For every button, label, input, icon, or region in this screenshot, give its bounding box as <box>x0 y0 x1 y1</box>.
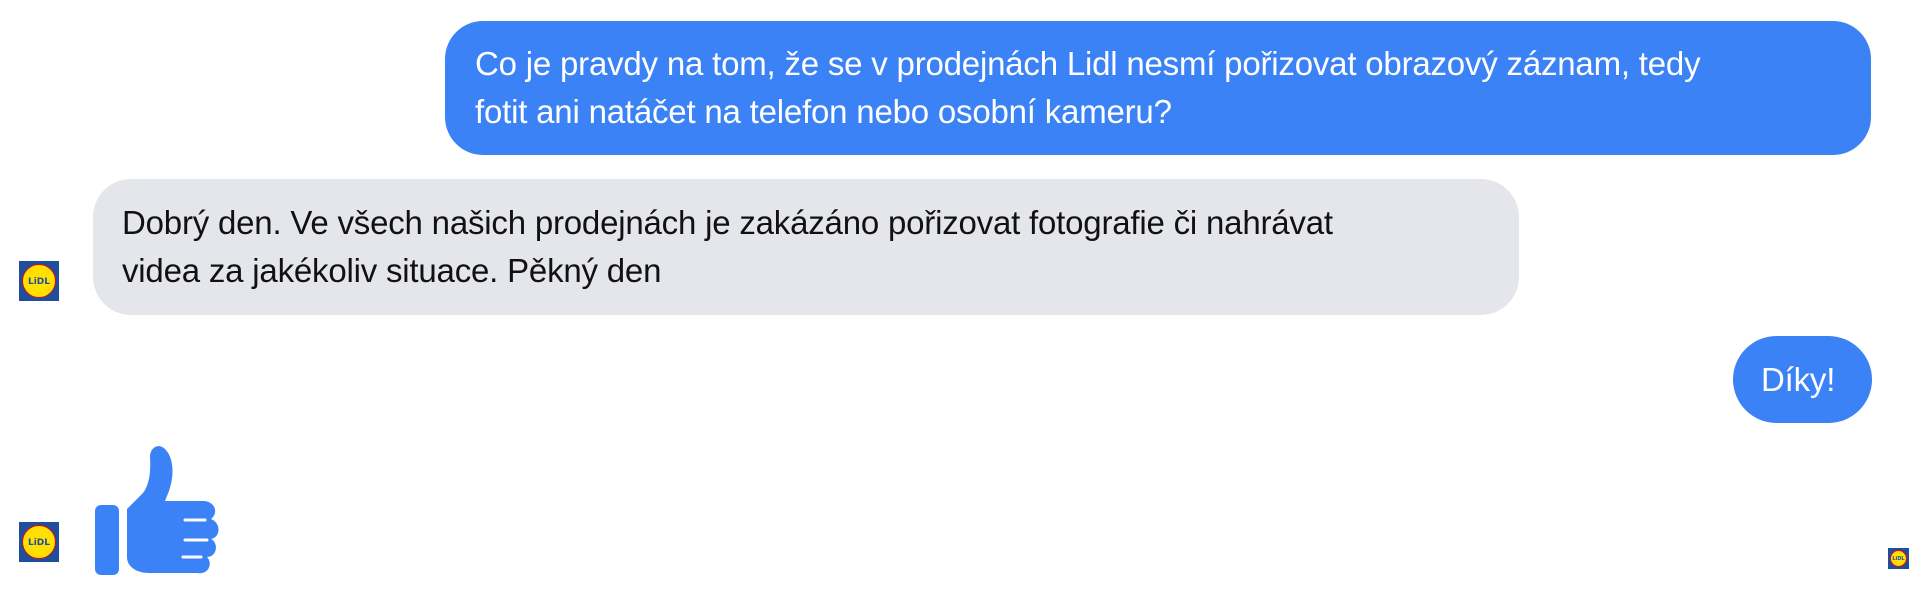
avatar-label: LiDL <box>27 538 51 548</box>
lidl-avatar[interactable]: LiDL <box>19 522 59 562</box>
conversation-thread: Co je pravdy na tom, že se v prodejnách … <box>0 0 1920 604</box>
message-text-line: fotit ani natáčet na telefon nebo osobní… <box>475 93 1172 130</box>
message-text-line: videa za jakékoliv situace. Pěkný den <box>122 252 662 289</box>
thumbs-up-icon[interactable] <box>93 443 223 577</box>
lidl-avatar[interactable]: LiDL <box>19 261 59 301</box>
message-text-line: Dobrý den. Ve všech našich prodejnách je… <box>122 204 1333 241</box>
avatar-label: LiDL <box>27 277 51 287</box>
read-receipt-avatar: LiDL <box>1888 548 1909 569</box>
lidl-logo-icon: LiDL <box>1890 550 1907 567</box>
outgoing-message[interactable]: Co je pravdy na tom, že se v prodejnách … <box>445 21 1871 155</box>
avatar-label: LiDL <box>1892 556 1905 562</box>
incoming-message[interactable]: Dobrý den. Ve všech našich prodejnách je… <box>93 179 1519 315</box>
message-text-line: Díky! <box>1761 361 1836 398</box>
outgoing-message[interactable]: Díky! <box>1733 336 1872 423</box>
lidl-logo-icon: LiDL <box>22 264 56 298</box>
message-text-line: Co je pravdy na tom, že se v prodejnách … <box>475 45 1701 82</box>
lidl-logo-icon: LiDL <box>22 525 56 559</box>
